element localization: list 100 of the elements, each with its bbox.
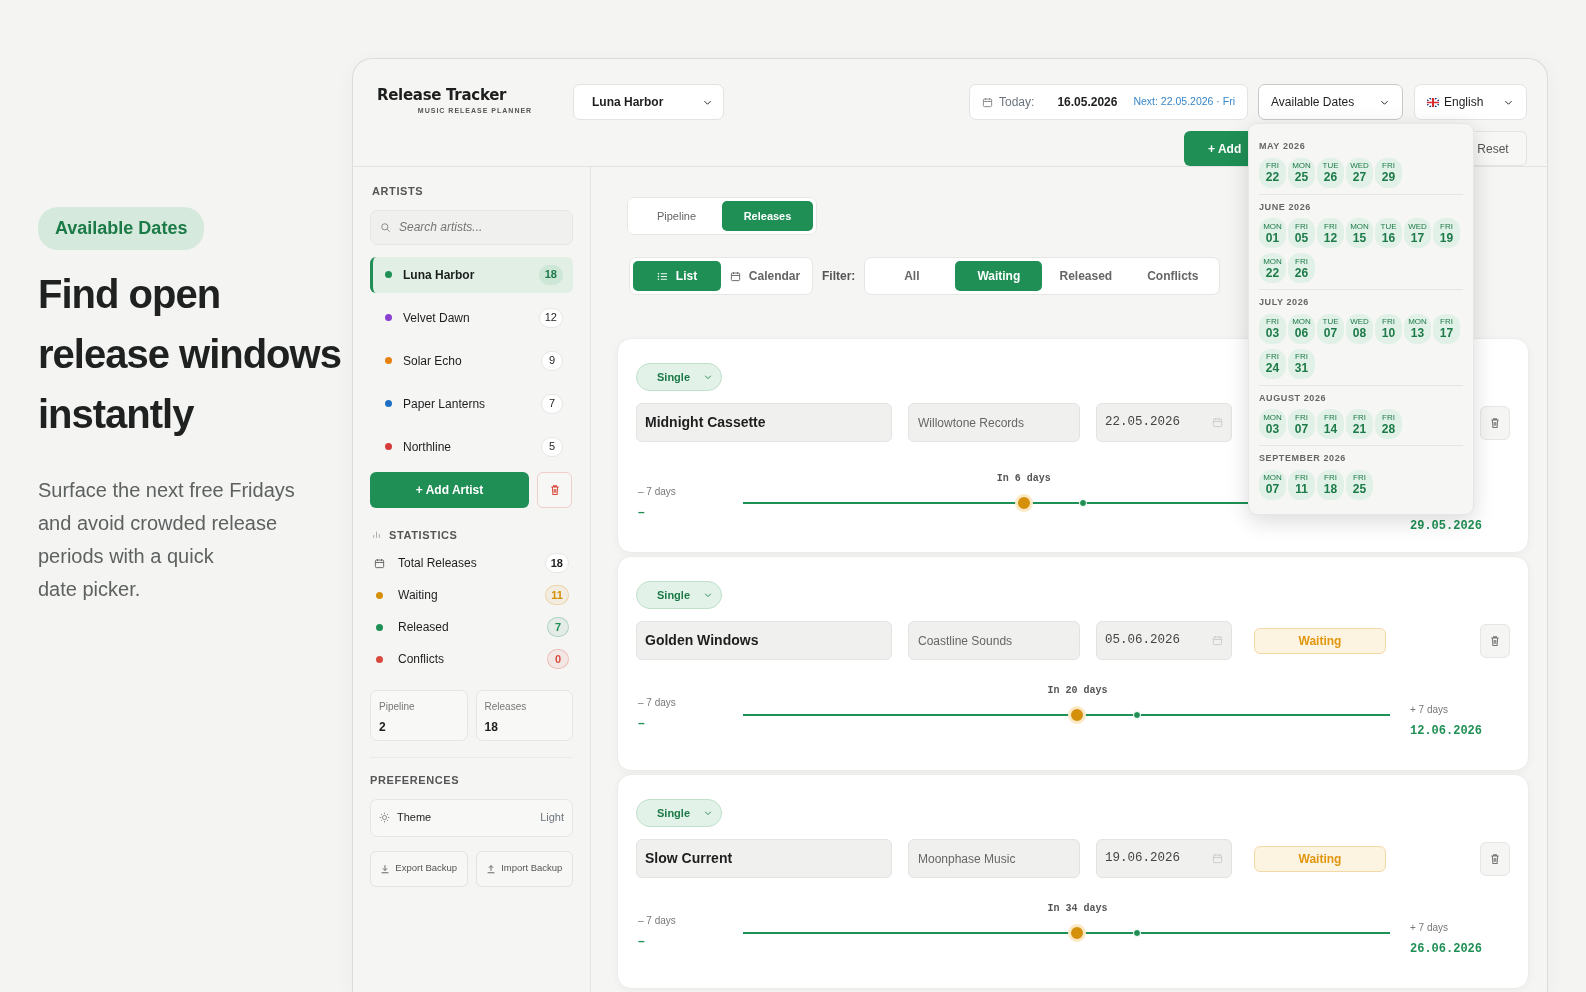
filter-tab[interactable]: Conflicts	[1129, 261, 1217, 291]
calendar-icon	[729, 270, 741, 282]
date-chip[interactable]: MON 07	[1259, 469, 1286, 500]
date-chip[interactable]: TUE 26	[1317, 157, 1344, 188]
range-end-label: + 7 days	[1410, 703, 1450, 717]
delete-button[interactable]	[1480, 405, 1510, 440]
artist-item[interactable]: Northline 5	[370, 428, 573, 465]
date-chip[interactable]: FRI 14	[1317, 409, 1344, 439]
date-field[interactable]: 22.05.2026	[1096, 403, 1232, 442]
date-chip[interactable]: MON 03	[1259, 409, 1286, 439]
delete-button[interactable]	[1480, 623, 1510, 658]
date-chip[interactable]: WED 27	[1346, 157, 1373, 188]
range-start-label: – 7 days	[638, 696, 677, 710]
date-chip[interactable]: WED 17	[1404, 218, 1431, 248]
range-start-label: – 7 days	[638, 914, 677, 928]
date-chip[interactable]: FRI 19	[1433, 218, 1460, 248]
view-tab[interactable]: List	[633, 261, 721, 291]
timeline-thumb[interactable]	[1014, 494, 1033, 512]
label-field[interactable]: Willowtone Records	[908, 403, 1080, 442]
month-heading: MAY 2026	[1259, 140, 1307, 153]
date-chip[interactable]: FRI 18	[1317, 469, 1344, 500]
title-field[interactable]: Slow Current	[636, 839, 892, 878]
timeline-thumb[interactable]	[1068, 923, 1087, 942]
date-chip[interactable]: FRI 10	[1375, 313, 1402, 344]
date-chip[interactable]: TUE 16	[1375, 218, 1402, 248]
import-button[interactable]: Import Backup	[475, 850, 573, 887]
filter-tab[interactable]: All	[868, 261, 956, 291]
type-select[interactable]: Single	[636, 363, 722, 391]
hero-heading: Find open release windows instantly	[38, 271, 342, 438]
timeline-thumb[interactable]	[1068, 705, 1087, 724]
delete-button[interactable]	[537, 471, 572, 508]
date-chip[interactable]: MON 25	[1288, 157, 1315, 188]
filter-tab[interactable]: Released	[1042, 261, 1130, 291]
type-select[interactable]: Single	[636, 799, 722, 827]
range-end-date: 29.05.2026	[1410, 518, 1482, 535]
date-chip[interactable]: MON 15	[1346, 218, 1373, 248]
trash-icon	[548, 483, 561, 496]
artist-item[interactable]: Velvet Dawn 12	[370, 299, 573, 336]
count-badge: 5	[541, 436, 563, 457]
next-date-link[interactable]: Next: 22.05.2026 · Fri	[1133, 94, 1235, 110]
export-button[interactable]: Export Backup	[370, 850, 468, 887]
date-chip[interactable]: FRI 22	[1259, 157, 1286, 188]
hero-tag: Available Dates	[38, 207, 205, 250]
search-field[interactable]: Search artists...	[370, 209, 573, 245]
date-chip[interactable]: FRI 29	[1375, 157, 1402, 188]
date-chip[interactable]: MON 22	[1259, 253, 1286, 283]
month-heading: SEPTEMBER 2026	[1259, 452, 1347, 465]
title-field[interactable]: Midnight Cassette	[636, 403, 892, 442]
search-icon	[380, 221, 391, 233]
date-field[interactable]: 05.06.2026	[1096, 621, 1232, 660]
date-chip[interactable]: FRI 25	[1346, 469, 1373, 500]
download-icon	[380, 863, 391, 874]
date-chip[interactable]: FRI 11	[1288, 469, 1315, 500]
date-chip[interactable]: MON 01	[1259, 218, 1286, 248]
add-artist-button[interactable]: + Add Artist	[370, 471, 529, 508]
available-dates-select[interactable]: Available Dates	[1258, 84, 1403, 120]
label-field[interactable]: Coastline Sounds	[908, 621, 1080, 660]
label-field[interactable]: Moonphase Music	[908, 839, 1080, 878]
date-chip[interactable]: FRI 05	[1288, 218, 1315, 248]
delete-button[interactable]	[1480, 841, 1510, 876]
view-tab[interactable]: Calendar	[721, 261, 809, 291]
artist-select[interactable]: Luna Harbor	[573, 84, 724, 120]
theme-setting[interactable]: Theme Light	[370, 798, 573, 837]
range-end-date: 12.06.2026	[1410, 723, 1482, 740]
date-chip[interactable]: MON 13	[1404, 313, 1431, 344]
date-chip[interactable]: FRI 12	[1317, 218, 1344, 248]
chevron-icon	[703, 372, 713, 382]
artist-item[interactable]: Solar Echo 9	[370, 342, 573, 379]
count-badge: 7	[547, 617, 569, 637]
date-chip[interactable]: TUE 07	[1317, 313, 1344, 344]
filter-tab[interactable]: Waiting	[955, 261, 1043, 291]
hero-description: Surface the next free Fridays and avoid crowded release periods with a quick date picker.	[38, 478, 296, 602]
type-select[interactable]: Single	[636, 581, 722, 609]
date-chip[interactable]: FRI 03	[1259, 313, 1286, 344]
artist-item[interactable]: Paper Lanterns 7	[370, 385, 573, 422]
mode-tab[interactable]: Releases	[722, 201, 813, 231]
language-select[interactable]: English	[1414, 84, 1527, 120]
artist-item[interactable]: Luna Harbor 18	[370, 256, 573, 293]
date-chip[interactable]: FRI 21	[1346, 409, 1373, 439]
calendar-icon	[982, 96, 993, 108]
date-chip[interactable]: FRI 31	[1288, 348, 1315, 379]
title-field[interactable]: Golden Windows	[636, 621, 892, 660]
today-date: 16.05.2026	[1057, 94, 1118, 111]
artist-name: Northline	[403, 438, 452, 456]
stat-label: Conflicts	[398, 651, 444, 668]
date-chip[interactable]: WED 08	[1346, 313, 1373, 344]
date-chip[interactable]: FRI 28	[1375, 409, 1402, 439]
section-heading: ARTISTS	[371, 184, 425, 199]
flag-icon	[1427, 97, 1439, 107]
date-chip[interactable]: FRI 26	[1288, 253, 1315, 283]
date-field[interactable]: 19.06.2026	[1096, 839, 1232, 878]
mode-tab[interactable]: Pipeline	[631, 201, 722, 231]
date-chip[interactable]: FRI 07	[1288, 409, 1315, 439]
date-chip[interactable]: MON 06	[1288, 313, 1315, 344]
sun-icon	[379, 812, 390, 823]
count-badge: 9	[541, 350, 563, 371]
date-chip[interactable]: FRI 17	[1433, 313, 1460, 344]
date-chip[interactable]: FRI 24	[1259, 348, 1286, 379]
artist-name: Velvet Dawn	[403, 309, 470, 327]
section-heading: STATISTICS	[389, 527, 458, 543]
